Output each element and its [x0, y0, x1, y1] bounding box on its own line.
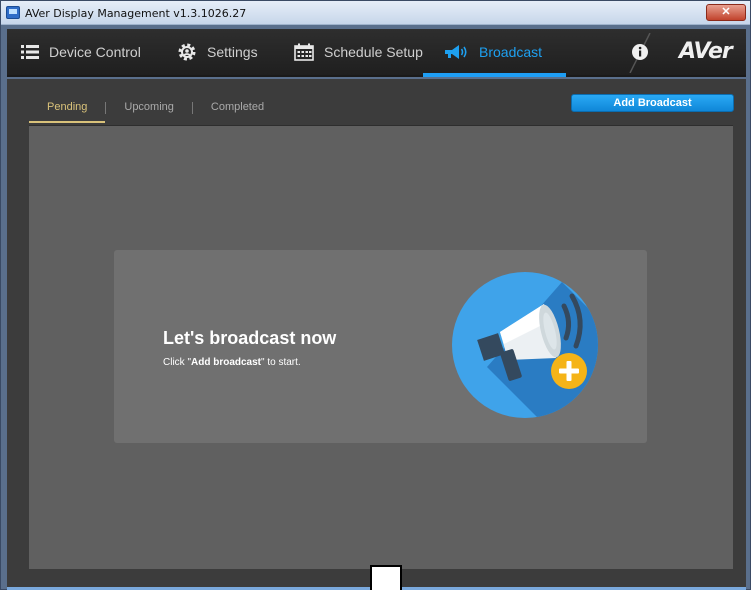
megaphone-plus-icon [452, 272, 598, 418]
tab-completed[interactable]: Completed [193, 95, 282, 123]
close-button[interactable]: ✕ [706, 4, 746, 21]
info-icon[interactable] [631, 43, 649, 66]
megaphone-icon [443, 44, 469, 60]
nav-schedule-setup-label: Schedule Setup [324, 44, 423, 60]
nav-device-control[interactable]: Device Control [21, 29, 141, 75]
nav-broadcast[interactable]: Broadcast [443, 29, 542, 75]
nav-broadcast-label: Broadcast [479, 44, 543, 60]
main-content: Pending Upcoming Completed Add Broadcast… [7, 79, 746, 587]
empty-state-card: Let's broadcast now Click "Add broadcast… [114, 250, 647, 443]
overlay-box [370, 565, 402, 590]
list-icon [21, 44, 39, 60]
nav-schedule-setup[interactable]: Schedule Setup [294, 29, 423, 75]
add-broadcast-button[interactable]: Add Broadcast [571, 94, 734, 112]
broadcast-list-panel: Let's broadcast now Click "Add broadcast… [29, 125, 733, 569]
tab-upcoming[interactable]: Upcoming [106, 95, 192, 123]
empty-state-title: Let's broadcast now [163, 328, 337, 348]
window-title: AVer Display Management v1.3.1026.27 [25, 7, 247, 20]
tab-pending[interactable]: Pending [29, 95, 106, 123]
calendar-icon [294, 43, 314, 61]
nav-settings-label: Settings [207, 44, 258, 60]
empty-state-hint: Click "Add broadcast" to start. [163, 357, 301, 368]
active-nav-indicator [423, 73, 566, 77]
app-window: AVer Display Management v1.3.1026.27 ✕ D… [0, 0, 751, 590]
gear-icon [177, 42, 197, 62]
top-navigation: Device Control Settings Schedule Setup B… [7, 29, 746, 77]
aver-logo: AVer [679, 39, 733, 64]
nav-settings[interactable]: Settings [177, 29, 258, 75]
broadcast-tabs: Pending Upcoming Completed [29, 95, 282, 125]
app-icon [6, 6, 20, 19]
title-bar[interactable]: AVer Display Management v1.3.1026.27 ✕ [1, 1, 750, 25]
nav-device-control-label: Device Control [49, 44, 141, 60]
